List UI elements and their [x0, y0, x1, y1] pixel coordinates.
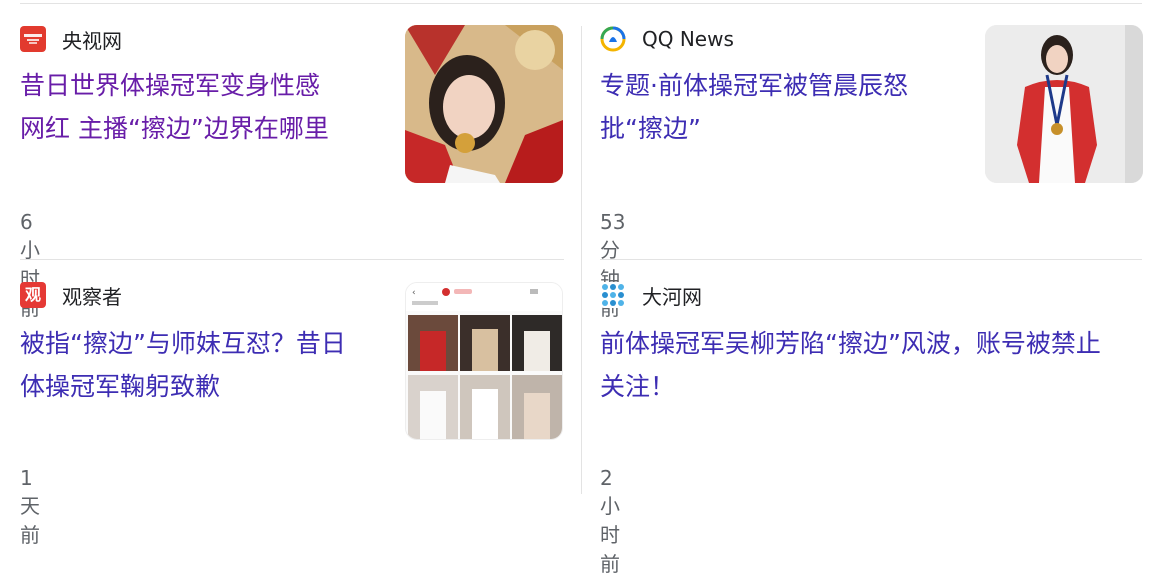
source-row: QQ News [600, 26, 734, 52]
top-divider [20, 3, 1142, 4]
source-name: 观察者 [62, 284, 122, 309]
source-row: 央视网 [20, 26, 122, 53]
row-divider-right [600, 259, 1142, 260]
thumbnail-image[interactable] [985, 25, 1143, 183]
timestamp: 1 天前 [20, 466, 40, 547]
timestamp: 2小时前 [600, 466, 620, 576]
source-name: 央视网 [62, 28, 122, 53]
dahe-logo-icon [600, 282, 626, 308]
headline-link[interactable]: 前体操冠军吴柳芳陷“擦边”风波，账号被禁止 关注！ [600, 322, 1150, 408]
source-name: 大河网 [642, 284, 702, 309]
headline-link[interactable]: 被指“擦边”与师妹互怼？昔日 体操冠军鞠躬致歉 [20, 322, 400, 408]
thumbnail-image[interactable]: ‹ [405, 282, 563, 440]
source-name: QQ News [642, 27, 734, 51]
source-row: 大河网 [600, 282, 702, 309]
guanchazhe-logo-icon: 观 [20, 282, 46, 308]
qq-news-logo-icon [600, 26, 626, 52]
thumbnail-image[interactable] [405, 25, 563, 183]
row-divider-left [20, 259, 564, 260]
cctv-logo-icon [20, 26, 46, 52]
headline-link[interactable]: 昔日世界体操冠军变身性感 网红 主播“擦边”边界在哪里 [20, 64, 392, 150]
svg-text:‹: ‹ [412, 288, 416, 298]
headline-link[interactable]: 专题·前体操冠军被管晨辰怒 批“擦边” [600, 64, 972, 150]
source-row: 观 观察者 [20, 282, 122, 309]
column-divider [581, 26, 582, 494]
